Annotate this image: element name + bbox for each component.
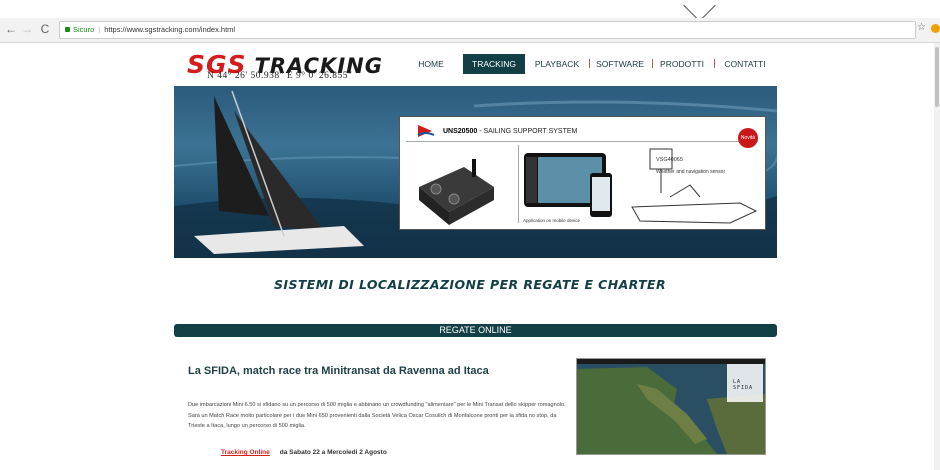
top-strip [0, 0, 940, 22]
address-bar[interactable]: Sicuro | https://www.sgstracking.com/index… [59, 21, 916, 39]
menu-separator [652, 59, 653, 68]
news-dates: da Sabato 22 a Mercoledi 2 Agosto [279, 449, 387, 456]
tracker-device-image [419, 159, 494, 225]
menu-separator [714, 59, 715, 68]
satellite-map [577, 359, 765, 454]
product-panel[interactable]: UNS20500 - SAILING SUPPORT SYSTEM Novità… [399, 116, 766, 230]
bookmark-star-icon[interactable]: ☆ [917, 22, 926, 33]
sensor-code: VSG40065 [656, 157, 683, 163]
menu-home[interactable]: HOME [408, 54, 454, 74]
news-link-row: Tracking Online da Sabato 22 a Mercoledi … [221, 449, 387, 456]
section-bar: REGATE ONLINE [174, 324, 777, 337]
map-label: LA SFIDA [733, 379, 754, 391]
secure-label: Sicuro [73, 25, 95, 34]
menu-tracking[interactable]: TRACKING [463, 54, 525, 74]
page-content: SGS TRACKING N 44° 26' 50.938" E 9° 0' 26… [0, 43, 940, 470]
news-title[interactable]: La SFIDA, match race tra Minitransat da … [188, 365, 489, 377]
menu-playback[interactable]: PLAYBACK [533, 54, 581, 74]
tracking-online-link[interactable]: Tracking Online [221, 449, 270, 456]
map-toolbar [577, 359, 765, 364]
url-text: https://www.sgstracking.com/index.html [104, 25, 236, 34]
gps-coordinates: N 44° 26' 50.938" E 9° 0' 26.855" [207, 71, 353, 81]
product-code: UNS20500 [443, 128, 478, 135]
rib-boat-image [631, 148, 758, 224]
menu-prodotti[interactable]: PRODOTTI [658, 54, 706, 74]
panel-divider [406, 141, 758, 142]
hero-banner[interactable]: UNS20500 - SAILING SUPPORT SYSTEM Novità… [174, 86, 777, 258]
page-heading: SISTEMI DI LOCALIZZAZIONE PER REGATE E C… [274, 277, 666, 292]
reload-icon[interactable]: C [38, 22, 52, 36]
extension-icon[interactable] [931, 24, 940, 33]
product-title: UNS20500 - SAILING SUPPORT SYSTEM [443, 128, 578, 135]
back-icon[interactable]: ← [4, 22, 18, 36]
forward-icon[interactable]: → [20, 22, 34, 36]
url-separator: | [98, 25, 101, 34]
tablet-phone-image [524, 153, 612, 217]
menu-separator [589, 59, 590, 68]
browser-toolbar: ← → C Sicuro | https://www.sgstracking.com… [0, 18, 940, 43]
news-body: Due imbarcazioni Mini 6.50 si sfidano su… [188, 402, 566, 429]
wave-logo-icon [417, 125, 435, 137]
menu-contatti[interactable]: CONTATTI [720, 54, 770, 74]
panel-divider-v [518, 145, 519, 223]
app-caption: Application on mobile device [523, 218, 581, 223]
menu-software[interactable]: SOFTWARE [596, 54, 644, 74]
sensor-desc: Weather and navigation sensor [656, 169, 726, 175]
lock-icon [65, 27, 70, 32]
race-map-image[interactable]: LA SFIDA [576, 358, 766, 455]
product-name: SAILING SUPPORT SYSTEM [483, 128, 578, 135]
